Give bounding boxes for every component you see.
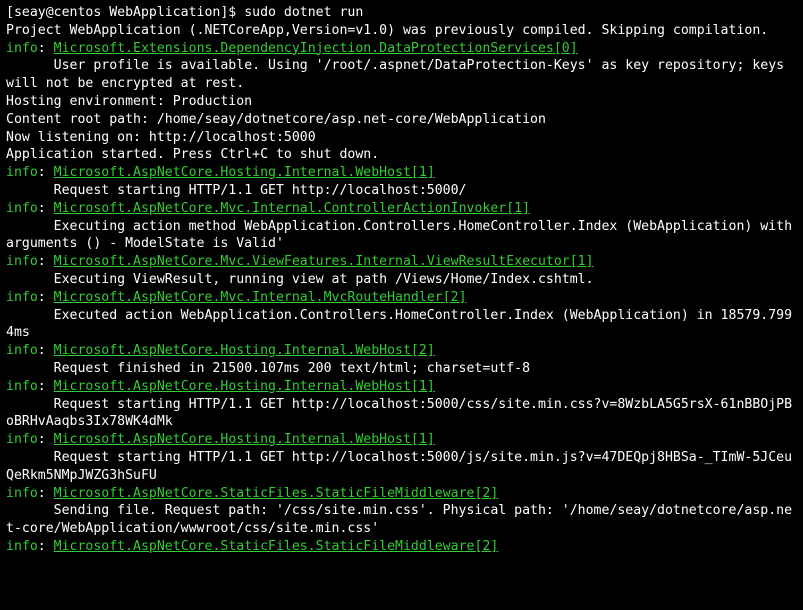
terminal-output[interactable]: [seay@centos WebApplication]$ sudo dotne… xyxy=(0,0,803,560)
log-level-info: info xyxy=(6,432,38,447)
log-level-info: info xyxy=(6,165,38,180)
log-message: Request starting HTTP/1.1 GET http://loc… xyxy=(6,183,467,198)
log-colon: : xyxy=(38,165,54,180)
logger-name: Microsoft.AspNetCore.StaticFiles.StaticF… xyxy=(54,486,499,501)
log-level-info: info xyxy=(6,41,38,56)
log-colon: : xyxy=(38,486,54,501)
log-level-info: info xyxy=(6,486,38,501)
log-colon: : xyxy=(38,290,54,305)
log-plain: Application started. Press Ctrl+C to shu… xyxy=(6,147,379,162)
log-level-info: info xyxy=(6,290,38,305)
log-message: Executing action method WebApplication.C… xyxy=(6,219,800,252)
shell-prompt: [seay@centos WebApplication]$ xyxy=(6,5,244,20)
log-message: Executing ViewResult, running view at pa… xyxy=(6,272,594,287)
log-colon: : xyxy=(38,41,54,56)
logger-name: Microsoft.AspNetCore.Hosting.Internal.We… xyxy=(54,343,435,358)
logger-name: Microsoft.AspNetCore.Mvc.Internal.MvcRou… xyxy=(54,290,467,305)
logger-name: Microsoft.AspNetCore.Hosting.Internal.We… xyxy=(54,379,435,394)
log-colon: : xyxy=(38,379,54,394)
log-message: Request starting HTTP/1.1 GET http://loc… xyxy=(6,397,792,430)
logger-name: Microsoft.Extensions.DependencyInjection… xyxy=(54,41,578,56)
log-plain: Content root path: /home/seay/dotnetcore… xyxy=(6,112,546,127)
log-level-info: info xyxy=(6,254,38,269)
log-plain: Now listening on: http://localhost:5000 xyxy=(6,130,316,145)
log-colon: : xyxy=(38,254,54,269)
log-message: Request starting HTTP/1.1 GET http://loc… xyxy=(6,450,792,483)
log-plain: Hosting environment: Production xyxy=(6,94,252,109)
log-level-info: info xyxy=(6,379,38,394)
logger-name: Microsoft.AspNetCore.StaticFiles.StaticF… xyxy=(54,539,499,554)
logger-name: Microsoft.AspNetCore.Hosting.Internal.We… xyxy=(54,165,435,180)
log-colon: : xyxy=(38,432,54,447)
log-colon: : xyxy=(38,201,54,216)
log-message: User profile is available. Using '/root/… xyxy=(6,58,792,91)
shell-command: sudo dotnet run xyxy=(244,5,363,20)
logger-name: Microsoft.AspNetCore.Mvc.ViewFeatures.In… xyxy=(54,254,594,269)
log-level-info: info xyxy=(6,201,38,216)
log-level-info: info xyxy=(6,539,38,554)
log-colon: : xyxy=(38,539,54,554)
startup-line: Project WebApplication (.NETCoreApp,Vers… xyxy=(6,23,768,38)
log-message: Executed action WebApplication.Controlle… xyxy=(6,308,792,341)
log-message: Sending file. Request path: '/css/site.m… xyxy=(6,503,792,536)
logger-name: Microsoft.AspNetCore.Hosting.Internal.We… xyxy=(54,432,435,447)
log-level-info: info xyxy=(6,343,38,358)
log-message: Request finished in 21500.107ms 200 text… xyxy=(6,361,530,376)
log-colon: : xyxy=(38,343,54,358)
logger-name: Microsoft.AspNetCore.Mvc.Internal.Contro… xyxy=(54,201,530,216)
